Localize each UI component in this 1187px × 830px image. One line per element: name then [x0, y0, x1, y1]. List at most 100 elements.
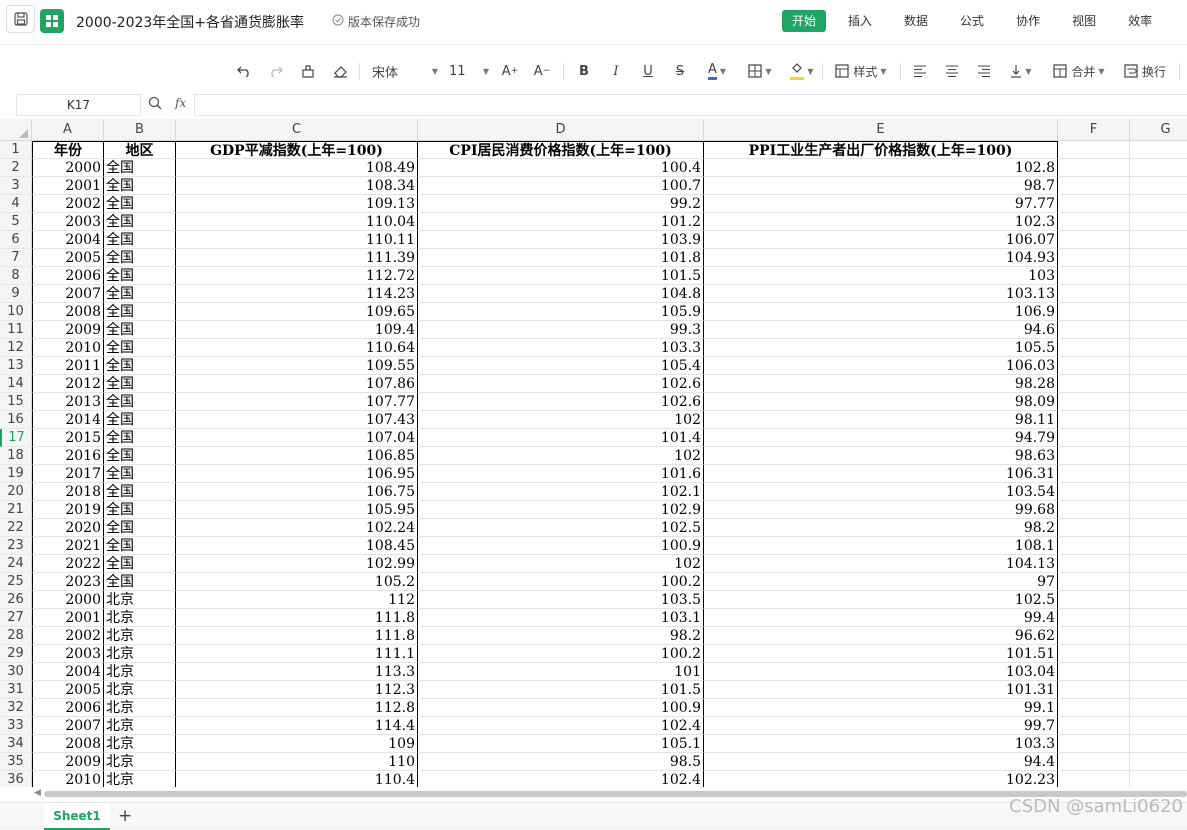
table-cell[interactable]: 103.13	[704, 285, 1058, 303]
table-cell[interactable]	[1130, 267, 1187, 285]
table-cell[interactable]: 98.2	[704, 519, 1058, 537]
table-cell[interactable]: 106.75	[176, 483, 418, 501]
row-header[interactable]: 4	[0, 195, 32, 213]
table-cell[interactable]	[1130, 591, 1187, 609]
table-cell[interactable]: 112.8	[176, 699, 418, 717]
align-right-icon[interactable]	[974, 52, 994, 90]
table-cell[interactable]: 110.11	[176, 231, 418, 249]
row-header[interactable]: 5	[0, 213, 32, 231]
align-left-icon[interactable]	[910, 52, 930, 90]
vertical-align-button[interactable]: ▼	[1006, 52, 1036, 90]
table-cell[interactable]: 2019	[32, 501, 104, 519]
table-cell[interactable]: 102	[418, 447, 704, 465]
table-cell[interactable]: 2010	[32, 339, 104, 357]
table-cell[interactable]	[1058, 249, 1130, 267]
underline-icon[interactable]: U	[638, 52, 658, 90]
table-cell[interactable]: 101.31	[704, 681, 1058, 699]
table-cell[interactable]: 2009	[32, 753, 104, 771]
row-header[interactable]: 18	[0, 447, 32, 465]
table-cell[interactable]: 103.5	[418, 591, 704, 609]
style-button[interactable]: 样式 ▼	[830, 52, 892, 90]
table-cell[interactable]	[1130, 501, 1187, 519]
table-cell[interactable]: 107.04	[176, 429, 418, 447]
column-header-a[interactable]: A	[32, 119, 104, 141]
table-cell[interactable]: 98.7	[704, 177, 1058, 195]
row-header[interactable]: 8	[0, 267, 32, 285]
table-cell[interactable]	[1058, 231, 1130, 249]
scroll-left-icon[interactable]: ◀	[34, 788, 41, 798]
row-header[interactable]: 19	[0, 465, 32, 483]
table-cell[interactable]: 102.4	[418, 717, 704, 735]
table-cell[interactable]: 109.65	[176, 303, 418, 321]
strikethrough-icon[interactable]: S	[670, 52, 690, 90]
table-cell[interactable]: 全国	[104, 501, 176, 519]
wrap-text-button[interactable]: 换行	[1120, 52, 1170, 90]
table-cell[interactable]: 2015	[32, 429, 104, 447]
table-cell[interactable]	[1130, 375, 1187, 393]
table-cell[interactable]: 102.24	[176, 519, 418, 537]
table-cell[interactable]	[1058, 735, 1130, 753]
table-cell[interactable]: 101.5	[418, 267, 704, 285]
zoom-search-icon[interactable]	[148, 96, 162, 113]
table-cell[interactable]: 2021	[32, 537, 104, 555]
table-cell[interactable]: 2007	[32, 717, 104, 735]
table-cell[interactable]: 114.23	[176, 285, 418, 303]
row-header[interactable]: 23	[0, 537, 32, 555]
table-cell[interactable]: 105.5	[704, 339, 1058, 357]
table-cell[interactable]: 99.7	[704, 717, 1058, 735]
table-cell[interactable]: 111.39	[176, 249, 418, 267]
table-cell[interactable]: 106.31	[704, 465, 1058, 483]
table-cell[interactable]	[1058, 339, 1130, 357]
table-cell[interactable]: 全国	[104, 429, 176, 447]
table-cell[interactable]: 99.3	[418, 321, 704, 339]
sheet-tab[interactable]: Sheet1	[44, 803, 110, 830]
table-cell[interactable]: 98.5	[418, 753, 704, 771]
table-cell[interactable]: 105.4	[418, 357, 704, 375]
table-cell[interactable]: 2004	[32, 231, 104, 249]
italic-icon[interactable]: I	[606, 52, 626, 90]
table-cell[interactable]: 94.6	[704, 321, 1058, 339]
table-cell[interactable]: 98.2	[418, 627, 704, 645]
row-header[interactable]: 32	[0, 699, 32, 717]
table-cell[interactable]	[1130, 321, 1187, 339]
table-cell[interactable]: 105.2	[176, 573, 418, 591]
table-cell[interactable]	[1058, 555, 1130, 573]
border-button[interactable]: ▼	[745, 52, 775, 90]
table-cell[interactable]: 北京	[104, 717, 176, 735]
menu-data[interactable]: 数据	[894, 10, 938, 32]
table-cell[interactable]: 2003	[32, 213, 104, 231]
table-cell[interactable]: 107.86	[176, 375, 418, 393]
table-cell[interactable]: 111.1	[176, 645, 418, 663]
table-cell[interactable]: 2002	[32, 627, 104, 645]
table-cell[interactable]	[1058, 429, 1130, 447]
row-header[interactable]: 21	[0, 501, 32, 519]
table-cell[interactable]: 2022	[32, 555, 104, 573]
format-painter-icon[interactable]	[298, 52, 318, 90]
table-cell[interactable]	[1130, 771, 1187, 787]
header-cell[interactable]: GDP平减指数(上年=100)	[176, 141, 418, 159]
table-cell[interactable]	[1130, 231, 1187, 249]
table-cell[interactable]: 北京	[104, 753, 176, 771]
table-cell[interactable]	[1130, 195, 1187, 213]
table-cell[interactable]	[1058, 357, 1130, 375]
table-cell[interactable]	[1130, 735, 1187, 753]
row-header[interactable]: 27	[0, 609, 32, 627]
row-header[interactable]: 35	[0, 753, 32, 771]
table-cell[interactable]: 96.62	[704, 627, 1058, 645]
table-cell[interactable]: 98.11	[704, 411, 1058, 429]
table-cell[interactable]: 2011	[32, 357, 104, 375]
table-cell[interactable]: 全国	[104, 249, 176, 267]
table-cell[interactable]: 112	[176, 591, 418, 609]
table-cell[interactable]: 全国	[104, 177, 176, 195]
row-header[interactable]: 16	[0, 411, 32, 429]
table-cell[interactable]: 109.4	[176, 321, 418, 339]
table-cell[interactable]: 2001	[32, 177, 104, 195]
table-cell[interactable]	[1130, 537, 1187, 555]
table-cell[interactable]: 104.13	[704, 555, 1058, 573]
table-cell[interactable]	[1130, 393, 1187, 411]
bold-icon[interactable]: B	[574, 52, 594, 90]
font-size-select[interactable]: 11 ▼	[449, 52, 489, 90]
table-cell[interactable]: 101.4	[418, 429, 704, 447]
table-cell[interactable]: 102	[418, 411, 704, 429]
table-cell[interactable]: 北京	[104, 645, 176, 663]
